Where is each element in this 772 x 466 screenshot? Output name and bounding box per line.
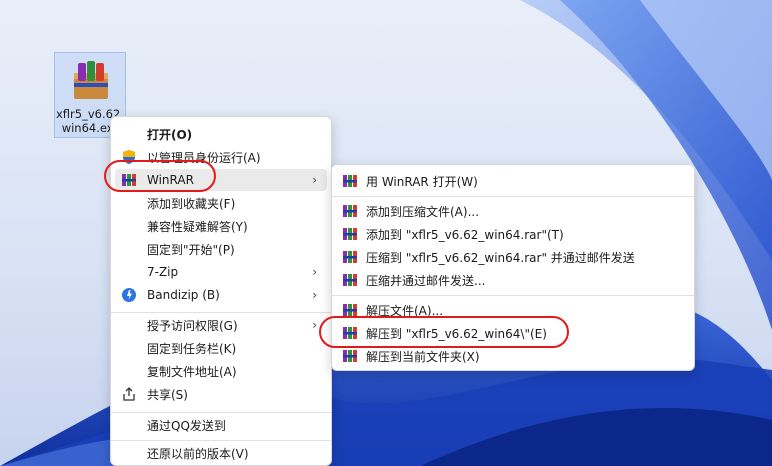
winrar-icon	[343, 251, 357, 263]
submenu-item-compress-and-email-rar[interactable]: 压缩到 "xflr5_v6.62_win64.rar" 并通过邮件发送	[336, 246, 690, 268]
chevron-right-icon: ›	[312, 288, 317, 302]
submenu-item-add-to-archive[interactable]: 添加到压缩文件(A)...	[336, 200, 690, 222]
menu-item-add-favorites[interactable]: 添加到收藏夹(F)	[115, 192, 327, 214]
chevron-right-icon: ›	[312, 318, 317, 332]
menu-item-open[interactable]: 打开(O)	[115, 123, 327, 145]
winrar-icon	[122, 174, 136, 186]
menu-item-pin-start[interactable]: 固定到"开始"(P)	[115, 238, 327, 260]
context-menu: 打开(O) 以管理员身份运行(A) WinRAR › 添加到收藏夹(F) 兼容性…	[110, 116, 332, 466]
submenu-item-add-to-rar[interactable]: 添加到 "xflr5_v6.62_win64.rar"(T)	[336, 223, 690, 245]
menu-item-winrar[interactable]: WinRAR ›	[115, 169, 327, 191]
winrar-icon	[343, 327, 357, 339]
menu-item-send-qq[interactable]: 通过QQ发送到	[115, 414, 327, 436]
winrar-archive-icon	[74, 61, 108, 99]
menu-item-pin-taskbar[interactable]: 固定到任务栏(K)	[115, 337, 327, 359]
menu-separator	[332, 196, 694, 197]
chevron-right-icon: ›	[312, 173, 317, 187]
winrar-icon	[343, 228, 357, 240]
winrar-submenu: 用 WinRAR 打开(W) 添加到压缩文件(A)... 添加到 "xflr5_…	[331, 164, 695, 371]
submenu-item-open-with-winrar[interactable]: 用 WinRAR 打开(W)	[336, 170, 690, 192]
winrar-icon	[343, 175, 357, 187]
submenu-item-extract-files[interactable]: 解压文件(A)...	[336, 299, 690, 321]
share-icon	[123, 387, 135, 401]
submenu-item-compress-and-email[interactable]: 压缩并通过邮件发送...	[336, 269, 690, 291]
menu-item-restore-versions[interactable]: 还原以前的版本(V)	[115, 442, 327, 464]
menu-item-7zip[interactable]: 7-Zip ›	[115, 261, 327, 283]
winrar-icon	[343, 205, 357, 217]
bandizip-icon	[122, 288, 136, 302]
menu-separator	[111, 440, 331, 441]
submenu-item-extract-to-folder[interactable]: 解压到 "xflr5_v6.62_win64\"(E)	[336, 322, 690, 344]
menu-separator	[111, 312, 331, 313]
menu-separator	[332, 295, 694, 296]
winrar-icon	[343, 304, 357, 316]
menu-item-grant-access[interactable]: 授予访问权限(G) ›	[115, 314, 327, 336]
menu-item-run-as-admin[interactable]: 以管理员身份运行(A)	[115, 146, 327, 168]
menu-item-bandizip[interactable]: Bandizip (B) ›	[115, 284, 327, 306]
menu-item-copy-path[interactable]: 复制文件地址(A)	[115, 360, 327, 382]
submenu-item-extract-here[interactable]: 解压到当前文件夹(X)	[336, 345, 690, 367]
menu-separator	[111, 412, 331, 413]
winrar-icon	[343, 274, 357, 286]
menu-item-share[interactable]: 共享(S)	[115, 383, 327, 405]
menu-item-compatibility[interactable]: 兼容性疑难解答(Y)	[115, 215, 327, 237]
chevron-right-icon: ›	[312, 265, 317, 279]
uac-shield-icon	[123, 150, 135, 164]
winrar-icon	[343, 350, 357, 362]
